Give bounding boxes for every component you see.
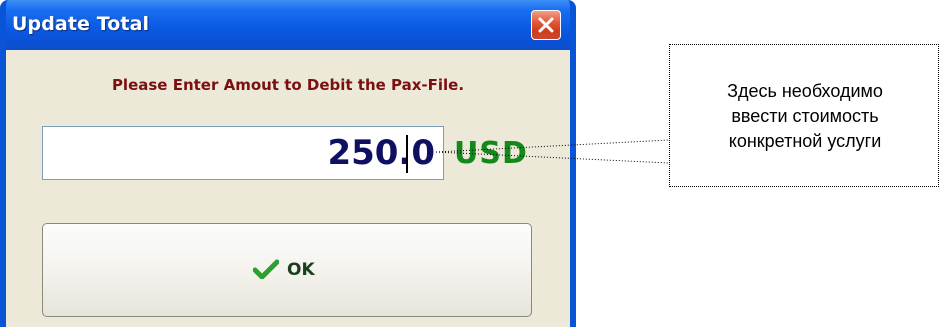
callout-line: Здесь необходимо [727,81,883,101]
amount-value: 250.0 [327,133,435,173]
callout-line: конкретной услуги [728,131,882,151]
dialog-body: Please Enter Amout to Debit the Pax-File… [6,50,570,327]
currency-label: USD [454,136,528,171]
screenshot-stage: Update Total Please Enter Amout to Debit… [0,0,952,327]
prompt-text: Please Enter Amout to Debit the Pax-File… [111,76,465,94]
checkmark-icon [253,259,279,279]
ok-button-label: OK [287,260,315,280]
ok-button[interactable]: OK [42,223,532,317]
dialog-titlebar[interactable]: Update Total [6,0,570,50]
callout-line: ввести стоимость [731,106,879,126]
callout-text: Здесь необходимо ввести стоимость конкре… [670,79,940,154]
callout-box: Здесь необходимо ввести стоимость конкре… [669,44,939,187]
close-button[interactable] [531,10,561,40]
dialog-title: Update Total [12,13,150,35]
amount-input[interactable]: 250.0 [42,126,444,180]
text-caret [406,135,408,173]
close-icon [538,17,554,33]
update-total-dialog: Update Total Please Enter Amout to Debit… [0,0,576,327]
